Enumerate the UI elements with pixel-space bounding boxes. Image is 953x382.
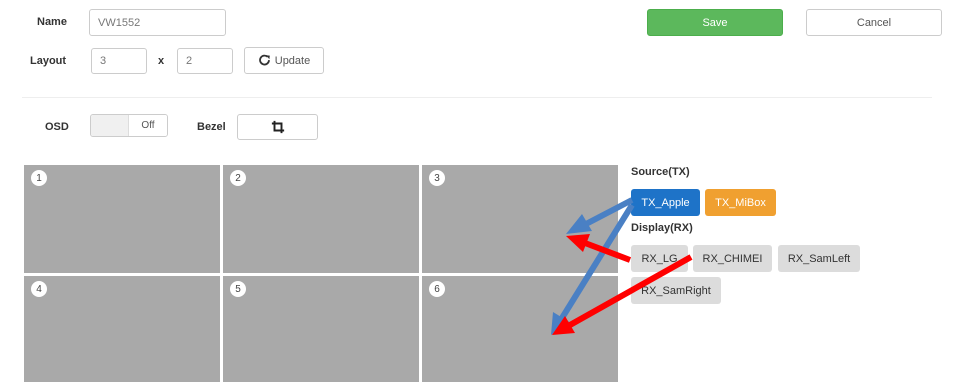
annotation-arrows [551, 197, 693, 335]
